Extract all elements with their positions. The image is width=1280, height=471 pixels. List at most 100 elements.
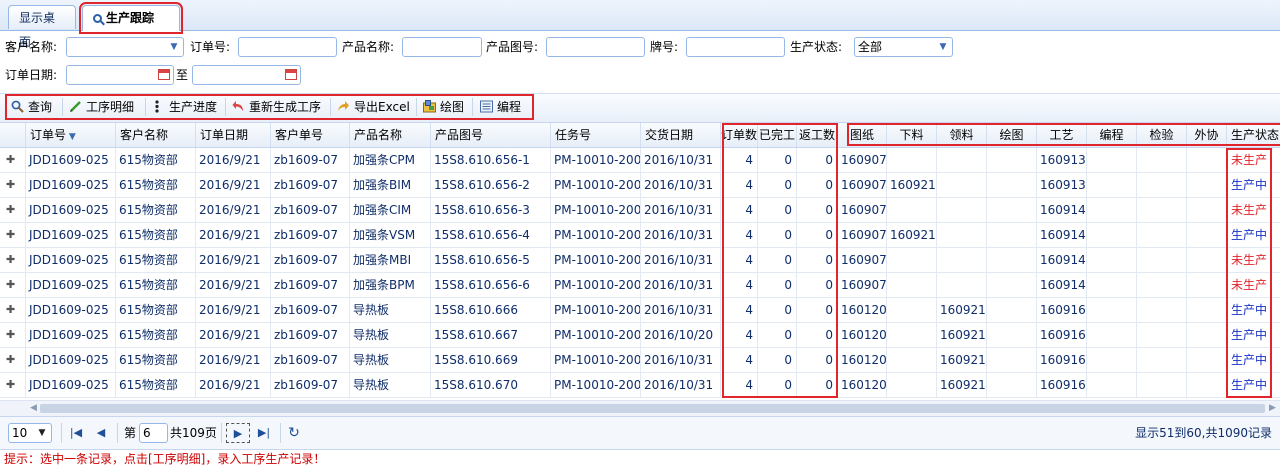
expand-row-icon[interactable]: ✚ xyxy=(0,298,26,322)
scroll-right-icon[interactable]: ▶ xyxy=(1269,403,1276,413)
table-cell-rework: 0 xyxy=(797,198,838,222)
table-cell-delivery: 2016/10/31 xyxy=(641,248,721,272)
table-row[interactable]: ✚ JDD1609-025 615物资部 2016/9/21 zb1609-07 加强条C… xyxy=(0,148,1280,173)
table-cell-done: 0 xyxy=(758,298,797,322)
column-header[interactable]: 已完工 xyxy=(758,123,797,147)
table-cell-date: 2016/9/21 xyxy=(196,148,271,172)
column-header[interactable]: 产品名称 xyxy=(350,123,431,147)
column-header[interactable]: 客户名称 xyxy=(116,123,196,147)
table-cell-huitu xyxy=(987,273,1037,297)
table-cell-drawing: 15S8.610.656-3 xyxy=(431,198,551,222)
table-cell-gongyi: 160916 xyxy=(1037,323,1087,347)
table-cell-task: PM-10010-2005 xyxy=(551,298,641,322)
table-row[interactable]: ✚ JDD1609-025 615物资部 2016/9/21 zb1609-07 加强条B… xyxy=(0,173,1280,198)
expand-row-icon[interactable]: ✚ xyxy=(0,348,26,372)
refresh-icon[interactable]: ↻ xyxy=(284,423,304,443)
column-header[interactable]: 订单数 xyxy=(721,123,758,147)
sort-desc-icon[interactable]: ▼ xyxy=(66,132,76,142)
column-header[interactable]: 产品图号 xyxy=(431,123,551,147)
column-header[interactable]: 图纸 xyxy=(838,123,887,147)
column-header[interactable]: 返工数 xyxy=(797,123,838,147)
table-cell-biancheng xyxy=(1087,198,1137,222)
table-cell-jianyan xyxy=(1137,273,1187,297)
expand-row-icon[interactable]: ✚ xyxy=(0,148,26,172)
expand-row-icon[interactable]: ✚ xyxy=(0,248,26,272)
tab-production-tracking[interactable]: 生产跟踪× xyxy=(79,2,183,49)
table-cell-customer: 615物资部 xyxy=(116,223,196,247)
table-cell-order: JDD1609-025 xyxy=(26,173,116,197)
product-drawing-input[interactable] xyxy=(546,37,645,57)
table-cell-product: 加强条BIM xyxy=(350,173,431,197)
page-size-select[interactable]: 10 ▼ xyxy=(8,423,52,443)
table-cell-tuzhi: 160907 xyxy=(838,173,887,197)
last-page-icon[interactable]: ▶| xyxy=(254,423,274,443)
product-name-input[interactable] xyxy=(402,37,482,57)
expand-row-icon[interactable]: ✚ xyxy=(0,198,26,222)
column-header[interactable]: 绘图 xyxy=(987,123,1037,147)
table-cell-biancheng xyxy=(1087,348,1137,372)
calendar-icon[interactable] xyxy=(285,69,297,80)
table-cell-done: 0 xyxy=(758,273,797,297)
table-row[interactable]: ✚ JDD1609-025 615物资部 2016/9/21 zb1609-07 导热板 1… xyxy=(0,323,1280,348)
column-header[interactable]: 编程 xyxy=(1087,123,1137,147)
status-select[interactable]: 全部 ▼ xyxy=(854,37,953,57)
horizontal-scrollbar[interactable]: ◀ ▶ xyxy=(0,400,1280,416)
table-cell-gongyi: 160914 xyxy=(1037,223,1087,247)
table-cell-qty: 4 xyxy=(721,323,758,347)
table-cell-gongyi: 160914 xyxy=(1037,198,1087,222)
chevron-down-icon: ▼ xyxy=(170,42,178,52)
page-number-input[interactable]: 6 xyxy=(139,423,168,443)
chevron-down-icon: ▼ xyxy=(38,428,46,438)
prev-page-icon[interactable]: ◀ xyxy=(91,423,111,443)
table-cell-drawing: 15S8.610.666 xyxy=(431,298,551,322)
next-page-icon[interactable]: ▶ xyxy=(226,423,250,443)
expand-row-icon[interactable]: ✚ xyxy=(0,323,26,347)
table-cell-huitu xyxy=(987,173,1037,197)
column-header[interactable]: 外协 xyxy=(1187,123,1227,147)
column-header[interactable]: 检验 xyxy=(1137,123,1187,147)
grid-header: 订单号 ▼ 客户名称 订单日期 客户单号 产品名称 产品图号 任务号 交货日期 订单数 已完工 返工… xyxy=(0,123,1280,148)
first-page-icon[interactable]: |◀ xyxy=(66,423,86,443)
column-header[interactable]: 订单日期 xyxy=(196,123,271,147)
order-no-input[interactable] xyxy=(238,37,337,57)
tab-desktop[interactable]: 显示桌面 xyxy=(8,5,76,49)
tab-bar: 显示桌面 生产跟踪× xyxy=(0,0,1280,49)
column-header[interactable]: 订单号 ▼ xyxy=(26,123,116,147)
column-header[interactable]: 领料 xyxy=(937,123,987,147)
scrollbar-thumb[interactable] xyxy=(40,404,1265,413)
table-row[interactable]: ✚ JDD1609-025 615物资部 2016/9/21 zb1609-07 导热板 1… xyxy=(0,373,1280,398)
table-row[interactable]: ✚ JDD1609-025 615物资部 2016/9/21 zb1609-07 加强条B… xyxy=(0,273,1280,298)
table-cell-cust_no: zb1609-07 xyxy=(271,148,350,172)
table-cell-waixie xyxy=(1187,348,1227,372)
table-row[interactable]: ✚ JDD1609-025 615物资部 2016/9/21 zb1609-07 加强条M… xyxy=(0,248,1280,273)
table-row[interactable]: ✚ JDD1609-025 615物资部 2016/9/21 zb1609-07 导热板 1… xyxy=(0,348,1280,373)
table-cell-cust_no: zb1609-07 xyxy=(271,373,350,397)
scroll-left-icon[interactable]: ◀ xyxy=(30,403,37,413)
column-header[interactable]: 交货日期 xyxy=(641,123,721,147)
column-header[interactable]: 客户单号 xyxy=(271,123,350,147)
order-date-start-input[interactable] xyxy=(66,65,174,85)
order-date-label: 订单日期: xyxy=(5,68,58,82)
column-header[interactable]: 下料 xyxy=(887,123,937,147)
table-row[interactable]: ✚ JDD1609-025 615物资部 2016/9/21 zb1609-07 导热板 1… xyxy=(0,298,1280,323)
order-date-end-input[interactable] xyxy=(192,65,301,85)
column-header[interactable]: 工艺 xyxy=(1037,123,1087,147)
table-cell-status: 未生产 xyxy=(1227,148,1280,172)
table-cell-product: 导热板 xyxy=(350,298,431,322)
table-cell-biancheng xyxy=(1087,323,1137,347)
column-header[interactable]: 生产状态 xyxy=(1227,123,1280,147)
expand-row-icon[interactable]: ✚ xyxy=(0,373,26,397)
brand-input[interactable] xyxy=(686,37,785,57)
calendar-icon[interactable] xyxy=(158,69,170,80)
page-size-value: 10 xyxy=(12,426,28,440)
expand-row-icon[interactable]: ✚ xyxy=(0,173,26,197)
customer-name-select[interactable]: ▼ xyxy=(66,37,184,57)
table-row[interactable]: ✚ JDD1609-025 615物资部 2016/9/21 zb1609-07 加强条C… xyxy=(0,198,1280,223)
filter-panel: 客户名称: ▼ 订单号: 产品名称: 产品图号: 牌号: 生产状态: 全部 ▼ 订… xyxy=(0,31,1280,91)
column-header[interactable]: 任务号 xyxy=(551,123,641,147)
expand-row-icon[interactable]: ✚ xyxy=(0,223,26,247)
table-row[interactable]: ✚ JDD1609-025 615物资部 2016/9/21 zb1609-07 加强条V… xyxy=(0,223,1280,248)
table-cell-product: 导热板 xyxy=(350,373,431,397)
table-cell-status: 未生产 xyxy=(1227,198,1280,222)
expand-row-icon[interactable]: ✚ xyxy=(0,273,26,297)
